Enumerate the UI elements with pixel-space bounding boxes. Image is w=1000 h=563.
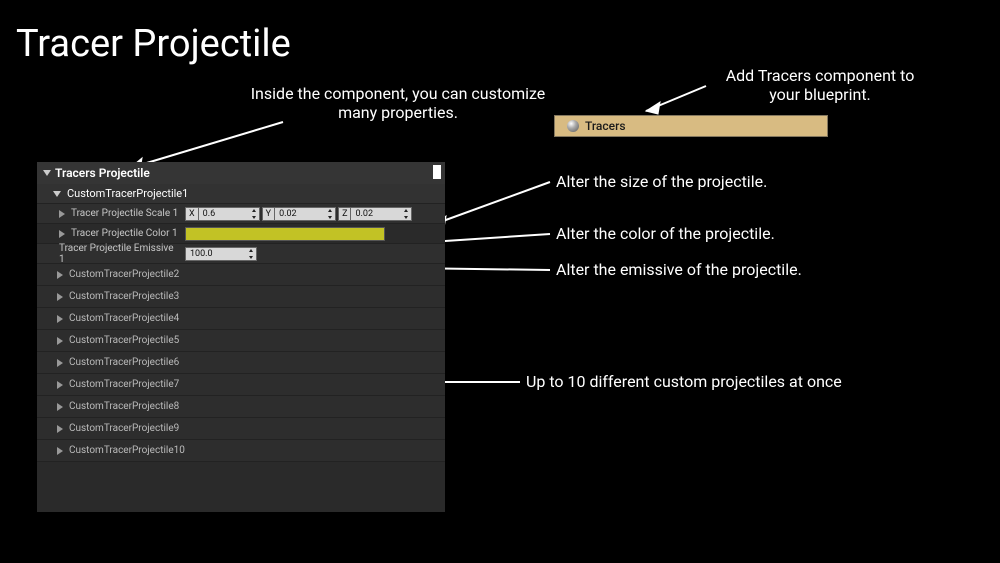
x-input[interactable]: X 0.6	[185, 207, 260, 221]
group-header-collapsed[interactable]: CustomTracerProjectile2	[37, 264, 445, 286]
axis-label-x: X	[185, 207, 198, 221]
group-header-collapsed[interactable]: CustomTracerProjectile9	[37, 418, 445, 440]
prop-label: Tracer Projectile Scale 1	[71, 208, 178, 219]
annotation-add-component: Add Tracers component to your blueprint.	[710, 66, 930, 104]
spinner-icon[interactable]	[246, 249, 254, 259]
group-header-collapsed[interactable]: CustomTracerProjectile5	[37, 330, 445, 352]
emissive-input[interactable]: 100.0	[185, 247, 257, 261]
group-label: CustomTracerProjectile4	[69, 313, 179, 324]
chevron-right-icon	[57, 293, 63, 301]
chevron-right-icon	[57, 315, 63, 323]
group-header-custom1[interactable]: CustomTracerProjectile1	[37, 184, 445, 204]
group-header-collapsed[interactable]: CustomTracerProjectile4	[37, 308, 445, 330]
x-value: 0.6	[203, 209, 216, 219]
chevron-right-icon	[57, 403, 63, 411]
prop-label: Tracer Projectile Emissive 1	[59, 243, 181, 265]
z-input[interactable]: Z 0.02	[338, 207, 412, 221]
details-panel-header[interactable]: Tracers Projectile	[37, 162, 445, 184]
chevron-down-icon	[43, 170, 51, 176]
annotation-alter-size: Alter the size of the projectile.	[556, 172, 767, 191]
annotation-alter-emissive: Alter the emissive of the projectile.	[556, 260, 802, 279]
chevron-right-icon	[57, 271, 63, 279]
vector3-input: X 0.6 Y 0.02 Z 0.02	[185, 207, 412, 221]
annotation-customize: Inside the component, you can customize …	[248, 84, 548, 122]
spinner-icon[interactable]	[249, 209, 257, 219]
page-title: Tracer Projectile	[16, 22, 291, 66]
prop-row-color: Tracer Projectile Color 1	[37, 224, 445, 244]
annotation-up-to-ten: Up to 10 different custom projectiles at…	[526, 372, 842, 391]
tracers-component-label: Tracers	[585, 119, 626, 133]
group-label: CustomTracerProjectile10	[69, 445, 185, 456]
annotation-alter-color: Alter the color of the projectile.	[556, 224, 775, 243]
details-panel-title: Tracers Projectile	[55, 166, 150, 180]
collapsed-groups: CustomTracerProjectile2 CustomTracerProje…	[37, 264, 445, 462]
group-header-collapsed[interactable]: CustomTracerProjectile3	[37, 286, 445, 308]
chevron-right-icon	[59, 230, 65, 238]
group-header-collapsed[interactable]: CustomTracerProjectile8	[37, 396, 445, 418]
group-label: CustomTracerProjectile2	[69, 269, 179, 280]
sphere-icon	[567, 120, 579, 132]
group-label: CustomTracerProjectile6	[69, 357, 179, 368]
prop-row-emissive: Tracer Projectile Emissive 1 100.0	[37, 244, 445, 264]
chevron-right-icon	[57, 381, 63, 389]
details-panel: Tracers Projectile CustomTracerProjectil…	[37, 162, 445, 512]
chevron-right-icon	[59, 210, 65, 218]
chevron-down-icon	[53, 191, 61, 197]
emissive-value: 100.0	[190, 249, 213, 259]
axis-label-y: Y	[262, 207, 274, 221]
spinner-icon[interactable]	[401, 209, 409, 219]
y-input[interactable]: Y 0.02	[262, 207, 336, 221]
group-label: CustomTracerProjectile5	[69, 335, 179, 346]
group-header-collapsed[interactable]: CustomTracerProjectile10	[37, 440, 445, 462]
chevron-right-icon	[57, 425, 63, 433]
color-swatch[interactable]	[185, 227, 385, 241]
z-value: 0.02	[355, 209, 373, 219]
chevron-right-icon	[57, 337, 63, 345]
group-label: CustomTracerProjectile8	[69, 401, 179, 412]
group-label: CustomTracerProjectile3	[69, 291, 179, 302]
group-label: CustomTracerProjectile9	[69, 423, 179, 434]
y-value: 0.02	[279, 209, 297, 219]
axis-label-z: Z	[338, 207, 350, 221]
prop-label: Tracer Projectile Color 1	[71, 228, 178, 239]
group-header-collapsed[interactable]: CustomTracerProjectile6	[37, 352, 445, 374]
group-header-collapsed[interactable]: CustomTracerProjectile7	[37, 374, 445, 396]
chevron-right-icon	[57, 359, 63, 367]
scrollbar-thumb[interactable]	[433, 165, 441, 179]
group-label: CustomTracerProjectile1	[67, 187, 188, 200]
spinner-icon[interactable]	[325, 209, 333, 219]
tracers-component-badge[interactable]: Tracers	[554, 115, 828, 137]
prop-row-scale: Tracer Projectile Scale 1 X 0.6 Y 0.02 Z…	[37, 204, 445, 224]
group-label: CustomTracerProjectile7	[69, 379, 179, 390]
chevron-right-icon	[57, 447, 63, 455]
